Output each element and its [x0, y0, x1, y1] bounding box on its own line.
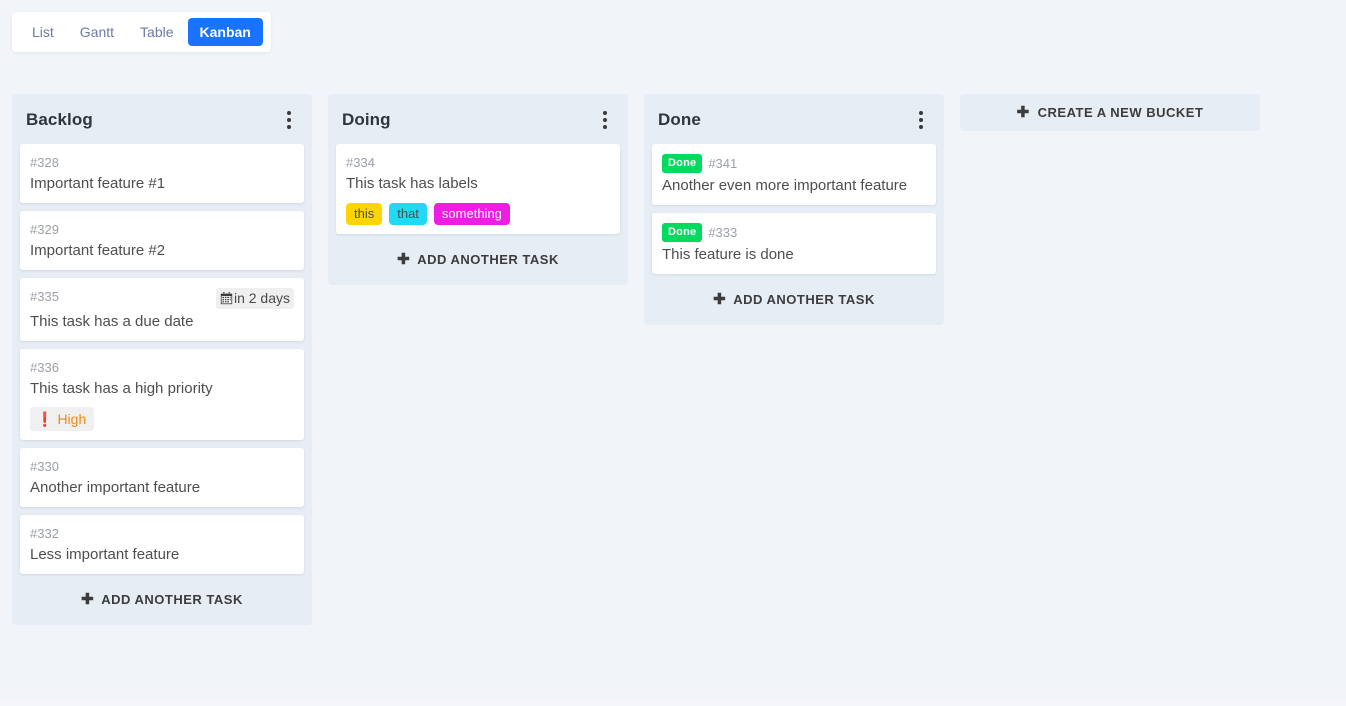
task-id: #335 — [30, 289, 59, 304]
task-id: #334 — [346, 155, 375, 170]
view-switcher: List Gantt Table Kanban — [12, 12, 271, 52]
task-card[interactable]: #328 Important feature #1 — [20, 144, 304, 203]
task-id: #328 — [30, 155, 59, 170]
task-meta-row: #330 — [30, 458, 294, 475]
bucket-title: Backlog — [26, 110, 93, 129]
task-title: This task has a due date — [30, 313, 194, 330]
plus-icon: ✚ — [81, 591, 95, 608]
task-title: Another even more important feature — [662, 177, 908, 194]
task-card[interactable]: #334 This task has labels this that some… — [336, 144, 620, 234]
task-card[interactable]: #336 This task has a high priority ❗ Hig… — [20, 349, 304, 440]
status-badge: Done — [662, 223, 703, 242]
task-id-group: Done #333 — [662, 223, 737, 242]
task-id-group: #328 — [30, 154, 59, 171]
create-new-bucket-button[interactable]: ✚ Create a new bucket — [960, 94, 1260, 131]
priority-badge: ❗ High — [30, 407, 95, 431]
dots-vertical-icon[interactable] — [912, 110, 930, 130]
label-list: this that something — [346, 203, 610, 225]
task-title: Important feature #2 — [30, 242, 166, 259]
bucket-done: Done Done #341 Another even more importa… — [644, 94, 944, 325]
task-id-group: #334 — [346, 154, 375, 171]
bucket-header: Backlog — [12, 94, 312, 144]
label-chip: that — [389, 203, 427, 225]
task-meta-row: #336 — [30, 359, 294, 376]
bucket-title: Doing — [342, 110, 391, 129]
task-list: #328 Important feature #1 #329 Important… — [12, 144, 312, 574]
task-meta-row: Done #333 — [662, 223, 926, 242]
status-badge: Done — [662, 154, 703, 173]
task-list: Done #341 Another even more important fe… — [644, 144, 944, 274]
add-another-task-label: Add another task — [733, 292, 875, 307]
task-card[interactable]: #330 Another important feature — [20, 448, 304, 507]
task-meta-row: #332 — [30, 525, 294, 542]
page-bottom-strip — [0, 698, 1346, 706]
tab-gantt[interactable]: Gantt — [68, 18, 126, 46]
task-title: This task has labels — [346, 175, 478, 192]
task-meta-row: #329 — [30, 221, 294, 238]
task-id-group: #330 — [30, 458, 59, 475]
task-id-group: #336 — [30, 359, 59, 376]
task-meta-row: #334 — [346, 154, 610, 171]
task-id: #332 — [30, 526, 59, 541]
add-another-task-label: Add another task — [101, 592, 243, 607]
due-date-text: in 2 days — [233, 290, 290, 306]
task-id: #336 — [30, 360, 59, 375]
create-new-bucket-label: Create a new bucket — [1037, 105, 1204, 120]
bucket-header: Doing — [328, 94, 628, 144]
task-id-group: #332 — [30, 525, 59, 542]
task-title: Less important feature — [30, 546, 180, 563]
label-chip: something — [433, 203, 510, 225]
task-title: Another important feature — [30, 479, 201, 496]
task-meta-row: #335 in 2 days — [30, 288, 294, 309]
add-another-task-button[interactable]: ✚ Add another task — [391, 250, 565, 269]
plus-icon: ✚ — [1016, 104, 1030, 121]
kanban-board: Backlog #328 Important feature #1 #329 I — [12, 94, 1346, 706]
tab-kanban[interactable]: Kanban — [187, 18, 263, 46]
task-card[interactable]: #329 Important feature #2 — [20, 211, 304, 270]
plus-icon: ✚ — [713, 291, 727, 308]
task-card[interactable]: Done #333 This feature is done — [652, 213, 936, 274]
bucket-doing: Doing #334 This task has labels this tha… — [328, 94, 628, 285]
task-card[interactable]: #335 in 2 days This task has a due date — [20, 278, 304, 341]
bucket-header: Done — [644, 94, 944, 144]
task-list: #334 This task has labels this that some… — [328, 144, 628, 234]
task-id-group: Done #341 — [662, 154, 737, 173]
label-chip: this — [346, 203, 383, 225]
add-another-task-label: Add another task — [417, 252, 559, 267]
dots-vertical-icon[interactable] — [280, 110, 298, 130]
task-title: Important feature #1 — [30, 175, 166, 192]
task-meta-row: Done #341 — [662, 154, 926, 173]
exclamation-icon: ❗ — [36, 411, 54, 427]
calendar-icon — [220, 292, 233, 305]
task-id: #333 — [708, 225, 738, 240]
bucket-title: Done — [658, 110, 701, 129]
tab-list[interactable]: List — [20, 18, 66, 46]
task-id-group: #329 — [30, 221, 59, 238]
due-date-badge: in 2 days — [215, 288, 294, 309]
bucket-backlog: Backlog #328 Important feature #1 #329 I — [12, 94, 312, 625]
task-meta-row: #328 — [30, 154, 294, 171]
tab-table[interactable]: Table — [128, 18, 185, 46]
dots-vertical-icon[interactable] — [596, 110, 614, 130]
task-id: #341 — [708, 156, 738, 171]
task-id-group: #335 — [30, 288, 59, 305]
add-another-task-button[interactable]: ✚ Add another task — [707, 290, 881, 309]
task-card[interactable]: #332 Less important feature — [20, 515, 304, 574]
task-card[interactable]: Done #341 Another even more important fe… — [652, 144, 936, 205]
task-title: This task has a high priority — [30, 380, 213, 397]
priority-label: High — [57, 411, 87, 427]
plus-icon: ✚ — [397, 251, 411, 268]
add-another-task-button[interactable]: ✚ Add another task — [75, 590, 249, 609]
task-title: This feature is done — [662, 246, 794, 263]
task-id: #330 — [30, 459, 59, 474]
task-id: #329 — [30, 222, 59, 237]
